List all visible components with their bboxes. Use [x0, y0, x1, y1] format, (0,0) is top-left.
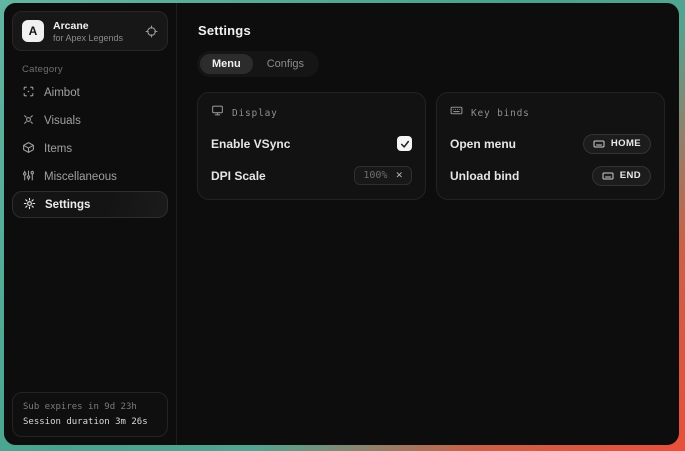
settings-cards: Display Enable VSync DPI Scale 100% ✕: [197, 92, 665, 200]
gear-icon: [23, 197, 36, 213]
logo-card: A Arcane for Apex Legends: [12, 11, 168, 51]
app-identity: Arcane for Apex Legends: [53, 20, 123, 43]
app-window: A Arcane for Apex Legends Category: [4, 3, 679, 445]
sidebar-item-label: Visuals: [44, 115, 81, 127]
sidebar-item-label: Miscellaneous: [44, 171, 117, 183]
aimbot-target-icon: [22, 85, 35, 101]
sub-expiry-text: Sub expires in 9d 23h: [23, 400, 157, 414]
setting-label: DPI Scale: [211, 169, 266, 183]
vsync-checkbox[interactable]: [397, 136, 412, 151]
keybind-value: HOME: [611, 138, 641, 149]
visuals-scan-icon: [22, 113, 35, 129]
dpi-scale-value: 100%: [363, 170, 387, 181]
keybinds-card-header: Key binds: [450, 104, 651, 122]
keybinds-card: Key binds Open menu HOME Unload bind: [436, 92, 665, 200]
sidebar-item-label: Aimbot: [44, 87, 80, 99]
tab-menu[interactable]: Menu: [200, 54, 253, 74]
setting-row-enable-vsync: Enable VSync: [211, 133, 412, 154]
check-icon: [400, 139, 410, 149]
session-info-card: Sub expires in 9d 23h Session duration 3…: [12, 392, 168, 437]
category-label: Category: [22, 64, 176, 75]
clear-icon[interactable]: ✕: [395, 171, 403, 180]
app-subtitle: for Apex Legends: [53, 33, 123, 43]
setting-label: Unload bind: [450, 169, 519, 183]
setting-row-open-menu: Open menu HOME: [450, 133, 651, 154]
sidebar-item-miscellaneous[interactable]: Miscellaneous: [4, 163, 176, 191]
display-card-header: Display: [211, 104, 412, 122]
monitor-icon: [211, 104, 224, 122]
tab-configs[interactable]: Configs: [255, 54, 316, 74]
sidebar-item-items[interactable]: Items: [4, 135, 176, 163]
dpi-scale-input[interactable]: 100% ✕: [354, 166, 412, 185]
crosshair-icon[interactable]: [145, 25, 158, 38]
display-card: Display Enable VSync DPI Scale 100% ✕: [197, 92, 426, 200]
sidebar-item-settings[interactable]: Settings: [12, 191, 168, 218]
keyboard-icon: [450, 104, 463, 122]
sidebar-nav: Aimbot Visuals Items: [4, 79, 176, 218]
items-box-icon: [22, 141, 35, 157]
sidebar-item-label: Items: [44, 143, 72, 155]
session-duration-text: Session duration 3m 26s: [23, 415, 157, 429]
app-name: Arcane: [53, 20, 123, 32]
setting-label: Open menu: [450, 137, 516, 151]
keybind-value: END: [620, 170, 641, 181]
keyboard-icon: [602, 170, 614, 182]
app-logo: A: [22, 20, 44, 42]
sidebar-item-visuals[interactable]: Visuals: [4, 107, 176, 135]
page-title: Settings: [198, 23, 665, 38]
card-title: Display: [232, 108, 278, 119]
open-menu-keybind-button[interactable]: HOME: [583, 134, 651, 154]
sidebar-item-aimbot[interactable]: Aimbot: [4, 79, 176, 107]
main-content: Settings Menu Configs Display Enable VSy…: [178, 3, 679, 445]
sidebar: A Arcane for Apex Legends Category: [4, 3, 177, 445]
sliders-icon: [22, 169, 35, 185]
unload-keybind-button[interactable]: END: [592, 166, 651, 186]
tab-bar: Menu Configs: [197, 51, 319, 77]
sidebar-item-label: Settings: [45, 199, 90, 211]
setting-row-unload-bind: Unload bind END: [450, 165, 651, 186]
setting-label: Enable VSync: [211, 137, 290, 151]
card-title: Key binds: [471, 108, 530, 119]
setting-row-dpi-scale: DPI Scale 100% ✕: [211, 165, 412, 186]
keyboard-icon: [593, 138, 605, 150]
